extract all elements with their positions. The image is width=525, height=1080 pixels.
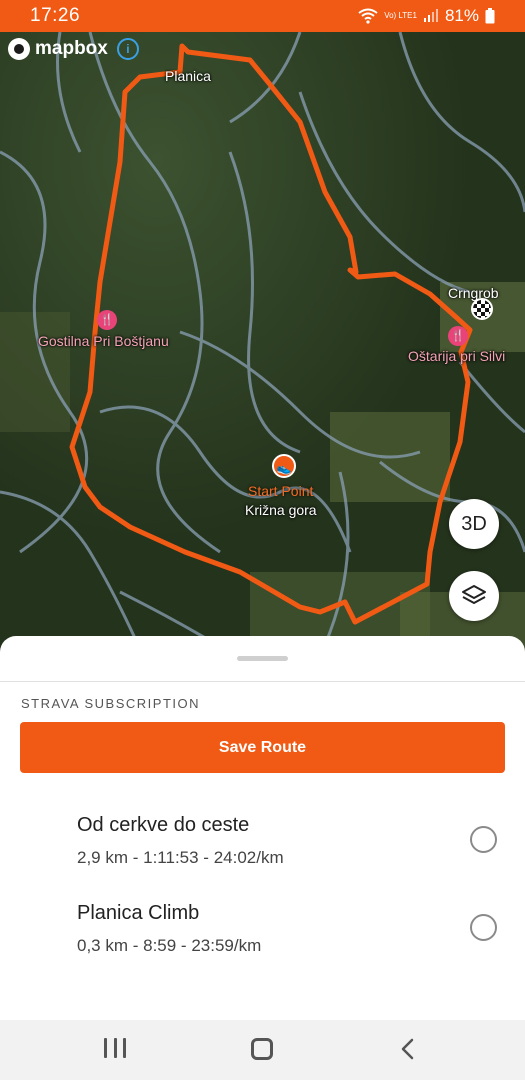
map-view[interactable]: mapbox i Planica Crngrob 🍴 Gostilna Pri … — [0, 32, 525, 672]
restaurant-pin-icon[interactable]: 🍴 — [97, 310, 117, 330]
signal-icon — [423, 9, 438, 22]
route-list-item[interactable]: Od cerkve do ceste 2,9 km - 1:11:53 - 24… — [0, 814, 525, 894]
route-name: Planica Climb — [77, 902, 200, 924]
label-start-point[interactable]: Start Point — [248, 483, 313, 499]
label-krizna-gora: Križna gora — [245, 502, 317, 518]
battery-icon — [485, 8, 495, 24]
route-list-item[interactable]: Planica Climb 0,3 km - 8:59 - 23:59/km — [0, 902, 525, 982]
status-time: 17:26 — [30, 5, 81, 26]
save-route-button[interactable]: Save Route — [20, 722, 505, 773]
volte-icon: Vo) LTE1 — [384, 11, 417, 20]
status-icons: Vo) LTE1 81% — [358, 6, 495, 26]
mapbox-brand: mapbox — [35, 38, 108, 59]
divider — [0, 681, 525, 682]
3d-button-label: 3D — [461, 512, 487, 535]
info-icon[interactable]: i — [116, 38, 139, 60]
label-planica: Planica — [165, 68, 211, 84]
label-crngrob: Crngrob — [448, 285, 499, 301]
status-bar: 17:26 Vo) LTE1 81% — [0, 0, 525, 32]
finish-flag-icon[interactable] — [471, 298, 493, 320]
route-meta: 2,9 km - 1:11:53 - 24:02/km — [77, 848, 284, 867]
3d-button[interactable]: 3D — [449, 499, 499, 549]
mapbox-logo-icon — [8, 38, 30, 60]
sheet-drag-handle[interactable] — [237, 656, 288, 661]
recent-apps-icon[interactable] — [104, 1038, 126, 1060]
label-gostilna[interactable]: Gostilna Pri Boštjanu — [38, 333, 169, 349]
layers-button[interactable] — [449, 571, 499, 621]
home-icon[interactable] — [251, 1038, 273, 1060]
wifi-icon — [358, 8, 378, 24]
system-nav-bar — [0, 1020, 525, 1080]
route-meta: 0,3 km - 8:59 - 23:59/km — [77, 936, 262, 955]
route-radio[interactable] — [470, 826, 497, 853]
route-name: Od cerkve do ceste — [77, 814, 250, 836]
mapbox-logo: mapbox i — [8, 38, 139, 60]
label-ostarija[interactable]: Oštarija pri Silvi — [408, 348, 505, 364]
battery-percent: 81% — [444, 6, 479, 25]
restaurant-pin-icon[interactable]: 🍴 — [448, 326, 468, 346]
layers-icon — [462, 585, 486, 604]
section-title: STRAVA SUBSCRIPTION — [21, 696, 200, 711]
bottom-sheet: STRAVA SUBSCRIPTION Save Route Od cerkve… — [0, 636, 525, 1020]
back-icon[interactable] — [398, 1038, 418, 1060]
route-radio[interactable] — [470, 914, 497, 941]
start-point-icon[interactable]: 👟 — [272, 454, 296, 478]
